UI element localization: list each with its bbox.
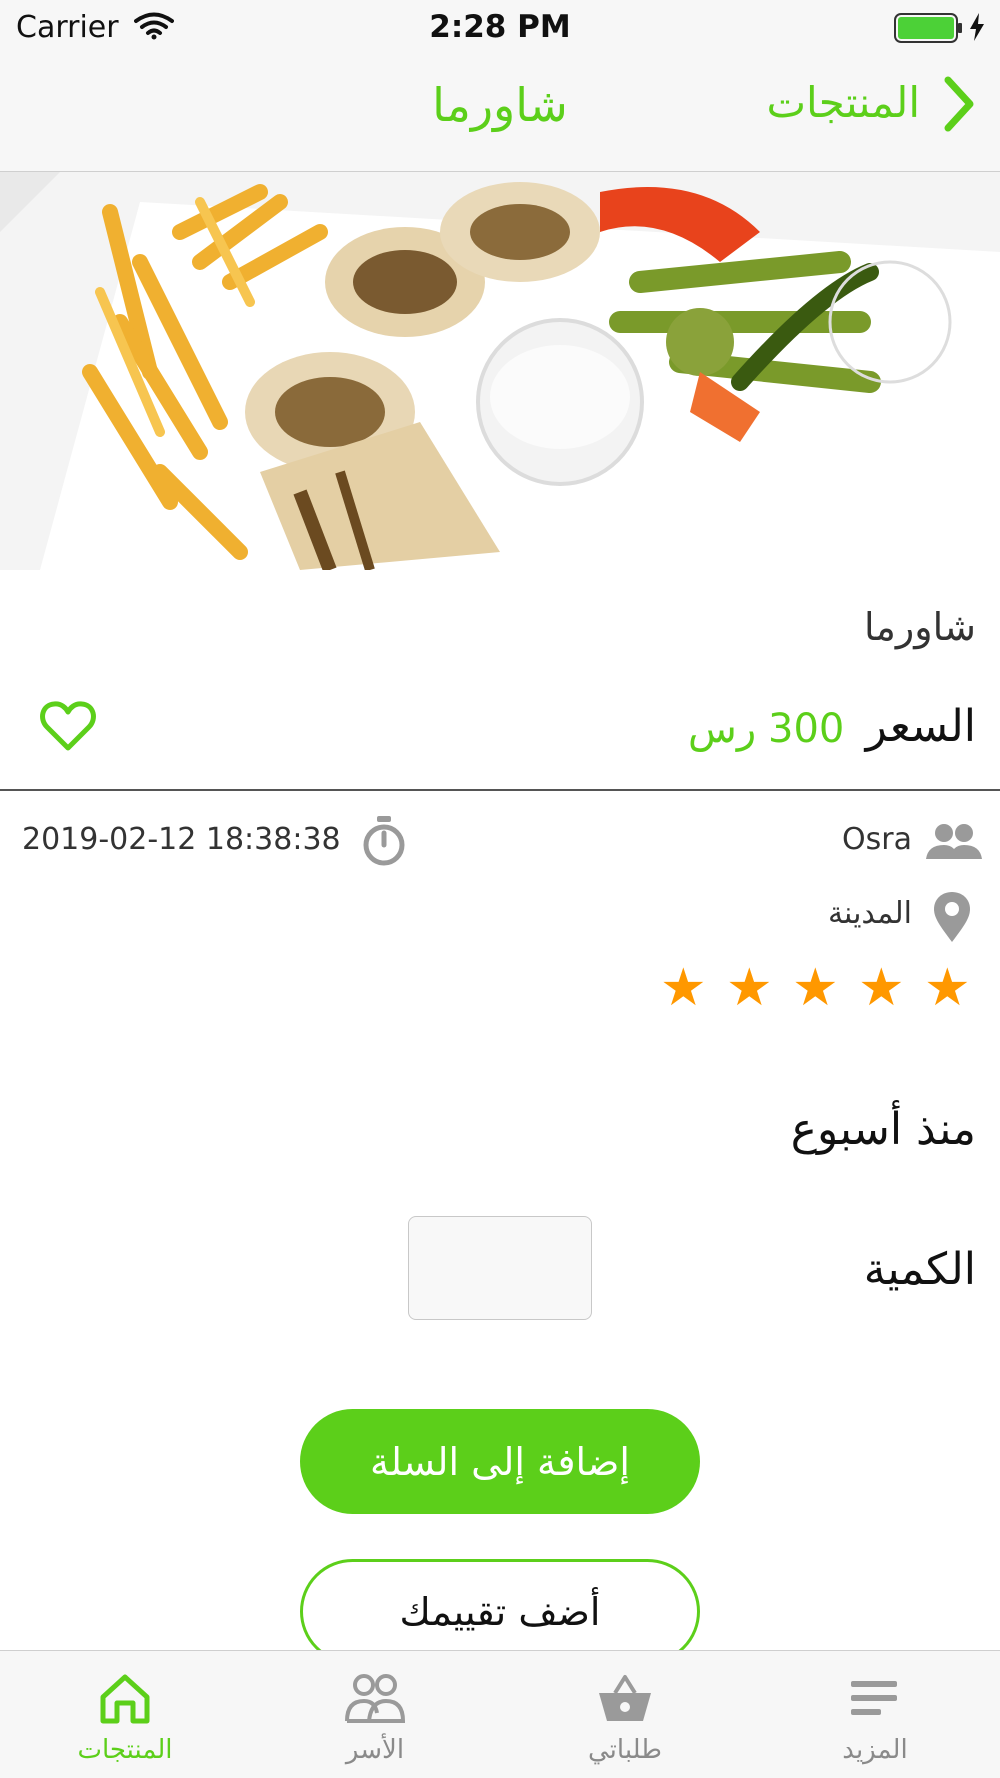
menu-icon (845, 1673, 905, 1729)
back-button[interactable]: المنتجات (766, 78, 920, 127)
product-photo (0, 172, 1000, 570)
back-chevron-icon[interactable] (940, 74, 976, 138)
star-icon: ★ (726, 958, 773, 1018)
product-name: شاورما (863, 605, 976, 649)
tab-label: المنتجات (77, 1735, 173, 1765)
favorite-heart-icon[interactable] (40, 700, 96, 756)
product-image-carousel[interactable] (0, 172, 1000, 570)
users-icon (345, 1673, 406, 1729)
shop-name[interactable]: Osra (842, 822, 912, 857)
timer-icon (362, 815, 406, 871)
status-bar: Carrier 2:28 PM (0, 0, 1000, 56)
page-title: شاورما (432, 78, 568, 132)
price-value: 300 (768, 706, 845, 752)
tab-orders[interactable]: طلباتي (500, 1651, 750, 1778)
star-icon: ★ (924, 958, 971, 1018)
divider (0, 789, 1000, 791)
currency-label: رس (688, 706, 757, 752)
star-icon: ★ (792, 958, 839, 1018)
tab-label: المزيد (842, 1735, 908, 1765)
people-icon (926, 823, 982, 865)
city-label: المدينة (827, 896, 912, 931)
tab-label: الأسر (345, 1735, 405, 1765)
tab-families[interactable]: الأسر (250, 1651, 500, 1778)
basket-icon (595, 1673, 655, 1729)
star-rating: ★ ★ ★ ★ ★ (660, 961, 980, 1015)
add-review-button[interactable]: أضف تقييمك (300, 1559, 700, 1664)
add-to-cart-button[interactable]: إضافة إلى السلة (300, 1409, 700, 1514)
quantity-label: الكمية (863, 1244, 976, 1295)
tab-more[interactable]: المزيد (750, 1651, 1000, 1778)
quantity-input[interactable] (408, 1216, 592, 1320)
tab-products[interactable]: المنتجات (0, 1651, 250, 1778)
tab-label: طلباتي (588, 1735, 662, 1765)
price-label: السعر (865, 701, 976, 752)
star-icon: ★ (858, 958, 905, 1018)
product-datetime: 2019-02-12 18:38:38 (22, 822, 341, 857)
location-pin-icon (932, 890, 972, 948)
navigation-bar: المنتجات شاورما (0, 56, 1000, 172)
charging-bolt-icon (968, 12, 986, 46)
battery-icon (894, 13, 964, 47)
tab-bar: المنتجات الأسر طلباتي المزيد (0, 1650, 1000, 1778)
home-icon (95, 1673, 155, 1729)
star-icon: ★ (660, 958, 707, 1018)
time-ago: منذ أسبوع (790, 1104, 976, 1155)
status-time: 2:28 PM (429, 9, 571, 45)
